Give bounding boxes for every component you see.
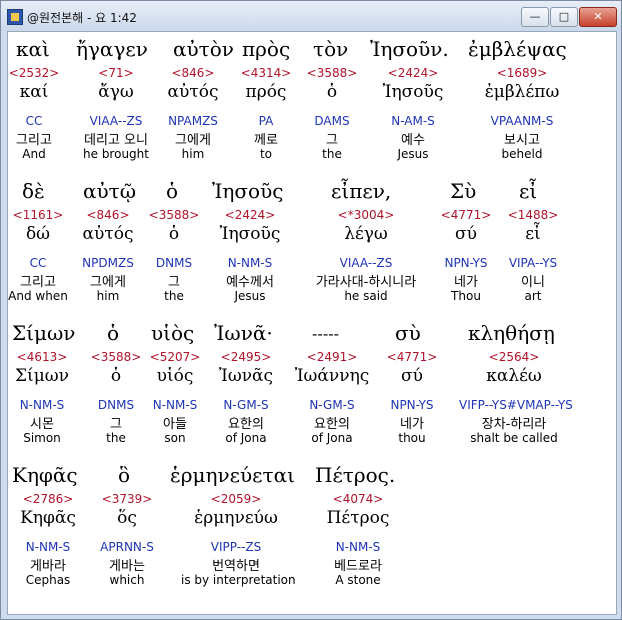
title-bar[interactable]: @원전본해 - 요 1:42 — □ ✕: [1, 1, 621, 31]
app-icon: [7, 9, 23, 25]
window-title: @원전본해 - 요 1:42: [27, 11, 137, 25]
greek-word[interactable]: ἤγαγεν: [76, 37, 148, 61]
interlinear-text-area[interactable]: καὶ ἤγαγεν αὐτὸν πρὸς τὸν Ἰησοῦν. ἐμβλέψ…: [7, 31, 617, 615]
greek-word[interactable]: εἶ: [519, 179, 537, 203]
greek-word[interactable]: Πέτρος.: [315, 463, 395, 487]
maximize-button[interactable]: □: [550, 7, 578, 27]
greek-word[interactable]: υἱὸς: [151, 321, 194, 345]
english-gloss: A stone: [335, 573, 381, 587]
strong-number[interactable]: <1488>: [478, 208, 588, 222]
english-gloss: Jesus: [397, 147, 429, 161]
english-gloss: is by interpretation: [181, 573, 296, 587]
english-gloss: he said: [344, 289, 388, 303]
strong-number[interactable]: <4771>: [357, 350, 467, 364]
korean-gloss: 예수: [401, 133, 425, 148]
greek-word[interactable]: ὁ: [166, 179, 178, 203]
greek-word[interactable]: -----: [312, 324, 339, 343]
strong-number[interactable]: <2564>: [459, 350, 569, 364]
strong-number[interactable]: <2424>: [358, 66, 468, 80]
app-window: @원전본해 - 요 1:42 — □ ✕ καὶ ἤγαγεν αὐτὸν πρ…: [0, 0, 622, 620]
korean-gloss: 이니: [521, 275, 545, 290]
greek-word[interactable]: Ἰησοῦς: [212, 179, 283, 203]
lemma: ἑρμηνεύω: [194, 508, 278, 528]
word-analysis-row: <2786> Κηφᾶς N-NM-S 게바라 Cephas <3739> ὅς…: [8, 492, 616, 592]
korean-gloss: 예수께서: [226, 275, 274, 290]
korean-gloss: 장차-하리라: [481, 417, 547, 432]
greek-word[interactable]: Κηφᾶς: [12, 463, 78, 487]
greek-word[interactable]: Σὺ: [450, 179, 476, 203]
morph-code: N-NM-S: [227, 256, 273, 270]
strong-number[interactable]: <3739>: [72, 492, 182, 506]
greek-word[interactable]: ὁ: [107, 321, 119, 345]
english-gloss: Jesus: [234, 289, 266, 303]
korean-gloss: 게바는: [109, 559, 145, 574]
lemma: εἶ: [525, 224, 541, 244]
lemma: Ἰησοῦς: [219, 224, 281, 244]
strong-number[interactable]: <2059>: [181, 492, 291, 506]
greek-word[interactable]: καὶ: [16, 37, 50, 61]
morph-code: N-AM-S: [391, 114, 435, 128]
english-gloss: which: [109, 573, 145, 587]
strong-number[interactable]: <1689>: [467, 66, 577, 80]
minimize-button[interactable]: —: [521, 7, 549, 27]
word-analysis-row: <4613> Σίμων N-NM-S 시몬 Simon <3588> ὁ DN…: [8, 350, 616, 450]
morph-code: VIPP--ZS: [210, 540, 262, 554]
morph-code: VPAANM-S: [490, 114, 554, 128]
lemma: σύ: [401, 366, 423, 386]
greek-word[interactable]: Σίμων: [12, 321, 75, 345]
greek-word[interactable]: Ἰωνᾶ·: [214, 321, 273, 345]
greek-word[interactable]: ἐμβλέψας: [468, 37, 567, 61]
strong-number[interactable]: <*3004>: [311, 208, 421, 222]
lemma: λέγω: [344, 224, 388, 244]
korean-gloss: 보시고: [504, 133, 540, 148]
greek-word[interactable]: αὐτῷ: [83, 179, 136, 203]
korean-gloss: 네가: [400, 417, 424, 432]
lemma: καλέω: [486, 366, 542, 386]
greek-word[interactable]: ἑρμηνεύεται: [170, 463, 295, 487]
word-analysis-row: <1161> δώ CC 그리고 And when <846> αὐτός NP…: [8, 208, 616, 308]
korean-gloss: 베드로라: [334, 559, 382, 574]
greek-word[interactable]: κληθήσῃ: [468, 321, 555, 345]
greek-word[interactable]: ὃ: [118, 463, 130, 487]
lemma: ἐμβλέπω: [484, 82, 560, 102]
lemma: ὅς: [117, 508, 137, 528]
greek-word[interactable]: δὲ: [22, 179, 45, 203]
morph-code: NPN-YS: [390, 398, 434, 412]
strong-number[interactable]: <4074>: [303, 492, 413, 506]
word-analysis-row: <2532> καί CC 그리고 And <71> ἄγω VIAA--ZS …: [8, 66, 616, 166]
lemma: Ἰησοῦς: [382, 82, 444, 102]
english-gloss: art: [524, 289, 542, 303]
english-gloss: shalt be called: [470, 431, 558, 445]
morph-code: VIFP--YS#VMAP--YS: [459, 398, 573, 412]
greek-word[interactable]: τὸν: [313, 37, 348, 61]
greek-word[interactable]: Ἰησοῦν.: [370, 37, 449, 61]
greek-word[interactable]: σὺ: [395, 321, 421, 345]
strong-number[interactable]: <2424>: [195, 208, 305, 222]
close-button[interactable]: ✕: [579, 7, 617, 27]
english-gloss: thou: [398, 431, 426, 445]
lemma: Πέτρος: [326, 508, 390, 528]
greek-word[interactable]: πρὸς: [242, 37, 290, 61]
greek-word[interactable]: εἶπεν,: [331, 179, 391, 203]
english-gloss: beheld: [501, 147, 543, 161]
morph-code: APRNN-S: [100, 540, 154, 554]
korean-gloss: 가라사대-하시니라: [315, 275, 417, 290]
korean-gloss: 번역하면: [212, 559, 260, 574]
greek-word[interactable]: αὐτὸν: [173, 37, 234, 61]
morph-code: N-NM-S: [335, 540, 381, 554]
morph-code: VIAA--ZS: [339, 256, 393, 270]
morph-code: VIPA--YS: [508, 256, 558, 270]
